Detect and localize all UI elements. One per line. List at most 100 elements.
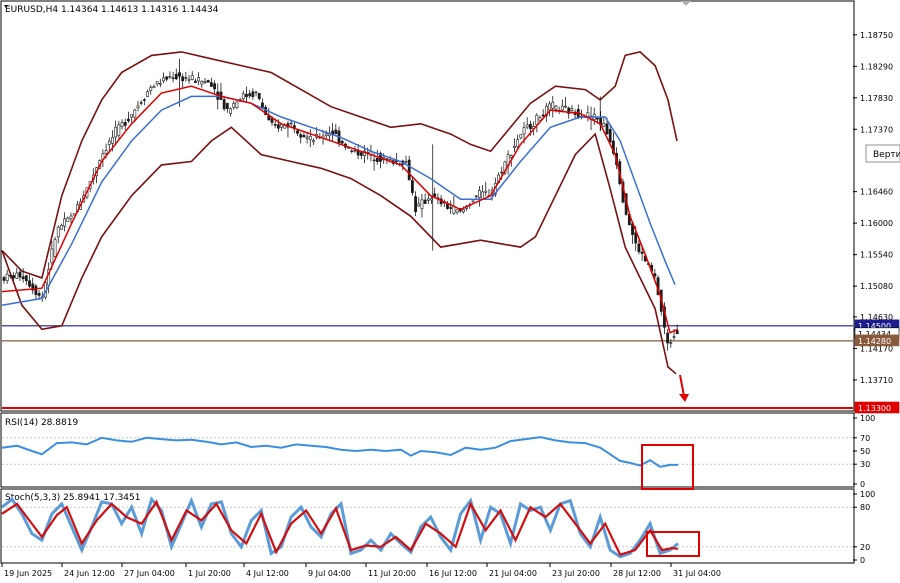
crosshair-tag-text: Верти	[873, 150, 900, 160]
candle-body	[104, 150, 108, 154]
candle-body	[261, 102, 264, 108]
candle-body	[414, 196, 417, 213]
candle-body	[149, 87, 153, 91]
candle-body	[302, 134, 306, 138]
candle-body	[605, 123, 609, 135]
price-tick-label: 1.13710	[860, 376, 893, 385]
candle-body	[596, 117, 599, 120]
candle-body	[417, 203, 421, 207]
candle-body	[500, 171, 504, 174]
candle-body	[529, 123, 532, 129]
candle-body	[174, 73, 178, 80]
time-tick-label: 4 Jul 12:00	[246, 569, 289, 578]
time-tick-label: 23 Jul 20:00	[552, 569, 600, 578]
candle-body	[308, 135, 312, 140]
candle-body	[430, 198, 433, 201]
candle-body	[535, 114, 539, 125]
candle-body	[114, 126, 118, 138]
candle-body	[203, 81, 207, 84]
candle-body	[133, 109, 137, 118]
stoch-tick-label: 80	[860, 503, 870, 512]
candle-body	[15, 272, 19, 279]
candle-body	[548, 103, 551, 111]
candle-body	[340, 140, 344, 144]
time-tick-label: 27 Jun 04:00	[124, 569, 175, 578]
candle-body	[241, 93, 245, 100]
price-tag-label: 1.14280	[858, 337, 891, 346]
price-tick-label: 1.16460	[860, 188, 893, 197]
candle-body	[194, 80, 197, 83]
candle-body	[289, 122, 293, 125]
candle-body	[171, 77, 175, 79]
stoch-title: Stoch(5,3,3) 25.8941 17.3451	[5, 493, 140, 503]
candle-body	[477, 190, 481, 198]
candle-body	[312, 140, 315, 143]
candle-body	[446, 203, 449, 209]
candle-body	[2, 277, 6, 281]
time-tick-label: 9 Jul 04:00	[308, 569, 351, 578]
candle-body	[372, 159, 376, 162]
candle-body	[251, 91, 255, 97]
candle-body	[637, 243, 641, 253]
rsi-title: RSI(14) 28.8819	[5, 418, 78, 428]
candle-body	[455, 209, 459, 213]
candle-body	[235, 101, 239, 109]
candle-body	[541, 114, 545, 117]
candle-body	[350, 150, 354, 152]
symbol-header: EURUSD,H4 1.14364 1.14613 1.14316 1.1443…	[5, 5, 219, 15]
candle-body	[471, 200, 475, 202]
candle-body	[423, 199, 427, 204]
rsi-tick-label: 30	[860, 460, 870, 469]
candle-body	[462, 209, 465, 213]
candle-body	[117, 124, 121, 136]
candle-body	[232, 103, 236, 108]
candle-body	[21, 276, 25, 280]
time-tick-label: 31 Jul 04:00	[673, 569, 721, 578]
candle-body	[570, 108, 574, 111]
stoch-tick-label: 20	[860, 543, 870, 552]
candle-body	[225, 103, 229, 109]
candle-body	[165, 76, 169, 80]
candle-body	[24, 275, 28, 282]
candle-body	[273, 124, 277, 126]
candle-body	[139, 102, 143, 104]
candle-body	[34, 285, 38, 295]
candle-body	[197, 77, 201, 82]
time-tick-label: 16 Jul 12:00	[429, 569, 477, 578]
candle-body	[426, 198, 430, 201]
time-tick-label: 24 Jun 12:00	[64, 569, 115, 578]
price-tag-label: 1.13300	[858, 404, 891, 413]
price-tick-label: 1.17370	[860, 125, 893, 134]
candle-body	[675, 330, 679, 335]
candle-body	[53, 239, 57, 257]
candle-body	[522, 127, 526, 135]
candle-body	[666, 332, 670, 344]
candle-body	[120, 122, 124, 127]
candle-body	[155, 81, 159, 85]
price-tick-label: 1.16000	[860, 219, 893, 228]
time-tick-label: 1 Jul 20:00	[188, 569, 231, 578]
candle-body	[18, 271, 22, 278]
candle-body	[334, 129, 338, 135]
candle-body	[5, 273, 9, 282]
time-tick-label: 28 Jul 12:00	[613, 569, 661, 578]
candle-body	[395, 160, 398, 163]
candle-body	[8, 275, 12, 277]
candle-body	[158, 82, 162, 85]
candle-body	[672, 336, 676, 338]
candle-body	[513, 145, 516, 148]
candle-body	[111, 137, 114, 144]
price-tick-label: 1.18290	[860, 62, 893, 71]
candle-body	[12, 275, 15, 279]
price-tick-label: 1.15080	[860, 282, 893, 291]
candle-body	[296, 130, 299, 134]
candle-body	[640, 251, 644, 254]
candle-body	[653, 273, 657, 277]
candle-body	[200, 81, 204, 85]
rsi-tick-label: 50	[860, 447, 870, 456]
candle-body	[127, 118, 130, 122]
candle-body	[433, 193, 437, 197]
candle-body	[184, 77, 188, 79]
candle-body	[130, 114, 134, 118]
chart-canvas[interactable]: EURUSD,H4 1.14364 1.14613 1.14316 1.1443…	[0, 0, 900, 583]
